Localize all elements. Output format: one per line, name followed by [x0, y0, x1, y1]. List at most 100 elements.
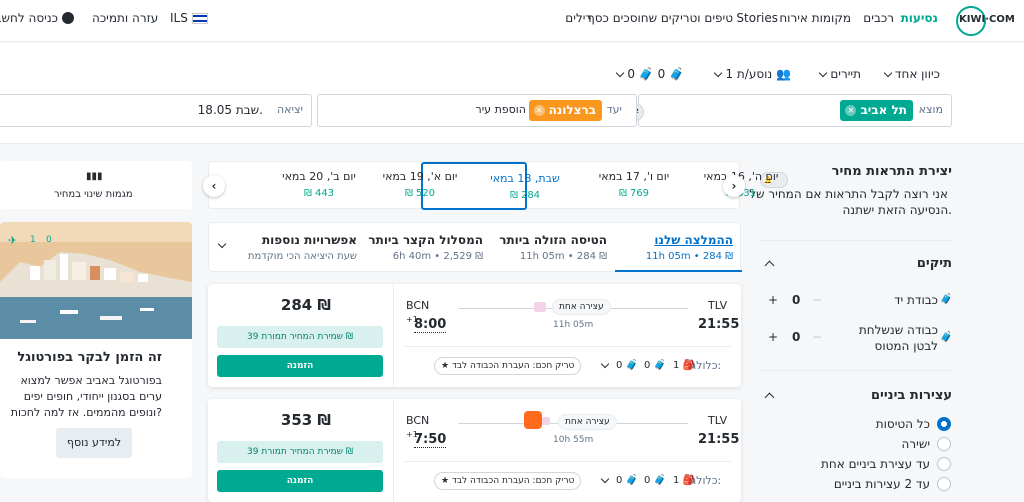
bag-count-cabin: 0 🧳: [644, 475, 667, 486]
bag-count-checked: 0 🧳: [616, 475, 639, 486]
promo-card: ✈ 1 0 זה הזמן לבקר בפורטוגל בפורטוגל באב…: [0, 222, 192, 478]
checked-bag-count: 0: [792, 330, 801, 344]
tab-recommended[interactable]: ההמלצה שלנו 11h 05m • 284 ₪: [625, 223, 733, 273]
price-lock-badge[interactable]: שמירת המחיר תמורת 39 ₪: [217, 326, 383, 348]
hand-bag-icon: 🧳: [940, 294, 953, 305]
tab-cheapest[interactable]: הטיסה הזולה ביותר 11h 05m • 284 ₪: [499, 223, 607, 273]
hand-bag-plus-button[interactable]: +: [766, 293, 780, 307]
filters-panel: יצירת התראות מחיר 🔔 אני רוצה לקבל התראות…: [749, 150, 1024, 502]
stops-radio-two[interactable]: [937, 477, 951, 491]
map-marker-icon: 1: [30, 235, 36, 245]
destination-chip[interactable]: ✕ ברצלונה: [528, 100, 602, 121]
origin-code: TLV: [708, 299, 728, 312]
prev-dates-button[interactable]: ‹: [203, 175, 225, 197]
collapse-icon[interactable]: [764, 260, 775, 271]
origin-field[interactable]: מוצא ✕ תל אביב: [638, 94, 952, 127]
map-marker-icon: 0: [46, 235, 52, 245]
collapse-icon[interactable]: [764, 392, 775, 403]
date-cell[interactable]: יום ו', 17 במאי ₪ 769: [528, 162, 669, 210]
help-link[interactable]: עזרה ותמיכה: [92, 11, 158, 25]
remove-chip-icon[interactable]: ✕: [533, 105, 545, 116]
departure-time: 21:55: [698, 432, 740, 447]
trip-type-select[interactable]: כיוון אחד: [883, 67, 940, 81]
chevron-down-icon: [714, 68, 723, 78]
add-city-input[interactable]: הוספת עיר: [476, 103, 526, 116]
departure-field[interactable]: יציאה שבת 18.05.: [0, 94, 312, 127]
stops-radio-one[interactable]: [937, 457, 951, 471]
departure-label: יציאה: [277, 103, 303, 116]
duration: 10h 55m: [553, 435, 594, 445]
result-card[interactable]: 284 ₪ שמירת המחיר תמורת 39 ₪ הזמנה TLV 2…: [208, 284, 741, 387]
search-form: כיוון אחד תיירים 1 נוסע/ת 👥 0 🧳 0 🧳 מוצא…: [0, 43, 1024, 144]
price-alert-text-2: הנסיעה הזאת ישתנה.: [842, 203, 952, 217]
origin-chip[interactable]: ✕ תל אביב: [840, 100, 913, 121]
stops-badge: עצירה אחת: [552, 299, 611, 315]
remove-chip-icon[interactable]: ✕: [845, 105, 857, 116]
bags-title: תיקים: [916, 256, 952, 271]
price: 353 ₪: [280, 411, 331, 429]
duration: 11h 05m: [553, 320, 594, 330]
self-transfer-tag[interactable]: ★ טריק חכם: העברת הכבודה לבד: [434, 357, 582, 375]
promo-text: בפורטוגל באביב אפשר למצוא ערים בסגנון יי…: [10, 374, 162, 419]
bags-select[interactable]: 0 🧳 0 🧳: [616, 67, 684, 81]
stops-radio-direct[interactable]: [937, 437, 951, 451]
date-cell[interactable]: יום ב', 20 במאי ₪ 443: [213, 162, 356, 210]
stops-radio-all[interactable]: [937, 417, 951, 431]
stops-option-direct[interactable]: ישירה: [902, 436, 930, 452]
passengers-select[interactable]: 1 נוסע/ת 👥: [714, 67, 791, 81]
book-button[interactable]: הזמנה: [217, 470, 383, 492]
checked-bag-icon: 🧳: [940, 332, 953, 343]
tab-more-options[interactable]: אפשרויות נוספות שעת היציאה הכי מוקדמת: [235, 223, 357, 273]
checked-bag-plus-button[interactable]: +: [766, 330, 780, 344]
chart-icon: ▮▮▮: [86, 171, 103, 182]
active-tab-underline: [615, 270, 742, 272]
price-trends-card[interactable]: ▮▮▮ מגמות שינוי במחיר: [0, 161, 192, 209]
destination-field[interactable]: יעד ✕ ברצלונה הוספת עיר: [317, 94, 637, 127]
nav-cars[interactable]: רכבים: [863, 11, 894, 25]
nav-tips[interactable]: טיפים וטריקים שחוסכים כסף: [587, 11, 733, 25]
destination-label: יעד: [606, 103, 622, 116]
next-dates-button[interactable]: ›: [723, 175, 745, 197]
chevron-down-icon[interactable]: [600, 474, 610, 484]
hand-bag-minus-button[interactable]: −: [810, 293, 824, 307]
tab-fastest[interactable]: המסלול הקצר ביותר 6h 40m • 2,529 ₪: [368, 223, 483, 273]
passengers-icon: 👥: [776, 67, 791, 81]
nav-flights[interactable]: נסיעות: [901, 11, 938, 25]
result-card[interactable]: 353 ₪ שמירת המחיר תמורת 39 ₪ הזמנה TLV 2…: [208, 399, 741, 502]
destination-code: BCN: [406, 414, 430, 427]
departure-time: 21:55: [698, 317, 740, 332]
price-box: 284 ₪ שמירת המחיר תמורת 39 ₪ הזמנה: [208, 284, 394, 387]
price: 284 ₪: [280, 296, 331, 314]
stops-option-two[interactable]: עד 2 עצירות ביניים: [834, 476, 930, 492]
nav-stories[interactable]: Stories: [736, 11, 778, 25]
chevron-down-icon: [616, 68, 625, 78]
cabin-bag-icon: 🧳: [638, 67, 654, 81]
book-button[interactable]: הזמנה: [217, 355, 383, 377]
stops-title: עצירות ביניים: [870, 388, 952, 403]
kiwi-logo[interactable]: KIWI·COM: [956, 6, 1016, 36]
self-transfer-tag[interactable]: ★ טריק חכם: העברת הכבודה לבד: [434, 472, 582, 490]
chevron-down-icon: [883, 68, 893, 78]
portugal-photo: ✈ 1 0: [0, 222, 192, 339]
chevron-down-icon[interactable]: [600, 359, 610, 369]
currency-selector[interactable]: ILS: [170, 11, 188, 25]
nav-stays[interactable]: מקומות אירוח: [779, 11, 851, 25]
airline-logo: [542, 417, 550, 425]
login-link[interactable]: כניסה לחשבון: [0, 11, 58, 25]
date-strip: יום ה', 16 במאי₪ 631 יום ו', 17 במאי₪ 76…: [208, 161, 778, 210]
cabin-select[interactable]: תיירים: [819, 67, 861, 81]
checked-bag-minus-button[interactable]: −: [810, 330, 824, 344]
bag-count-personal: 1 🎒: [673, 360, 696, 371]
bag-count-personal: 1 🎒: [673, 475, 696, 486]
hand-bag-label: כבודת יד: [893, 293, 938, 307]
chevron-down-icon[interactable]: [217, 239, 227, 249]
price-lock-badge[interactable]: שמירת המחיר תמורת 39 ₪: [217, 441, 383, 463]
price-box: 353 ₪ שמירת המחיר תמורת 39 ₪ הזמנה: [208, 399, 394, 502]
nav-deals[interactable]: דילים: [565, 11, 592, 25]
stops-option-one[interactable]: עד עצירת ביניים אחת: [821, 456, 930, 472]
sort-tabs: ההמלצה שלנו 11h 05m • 284 ₪ הטיסה הזולה ב…: [208, 222, 742, 273]
bag-count-checked: 0 🧳: [616, 360, 639, 371]
stops-option-all[interactable]: כל הטיסות: [876, 416, 930, 432]
checked-bag-label-2: לבטן המטוס: [874, 339, 938, 353]
learn-more-button[interactable]: למידע נוסף: [56, 428, 132, 458]
